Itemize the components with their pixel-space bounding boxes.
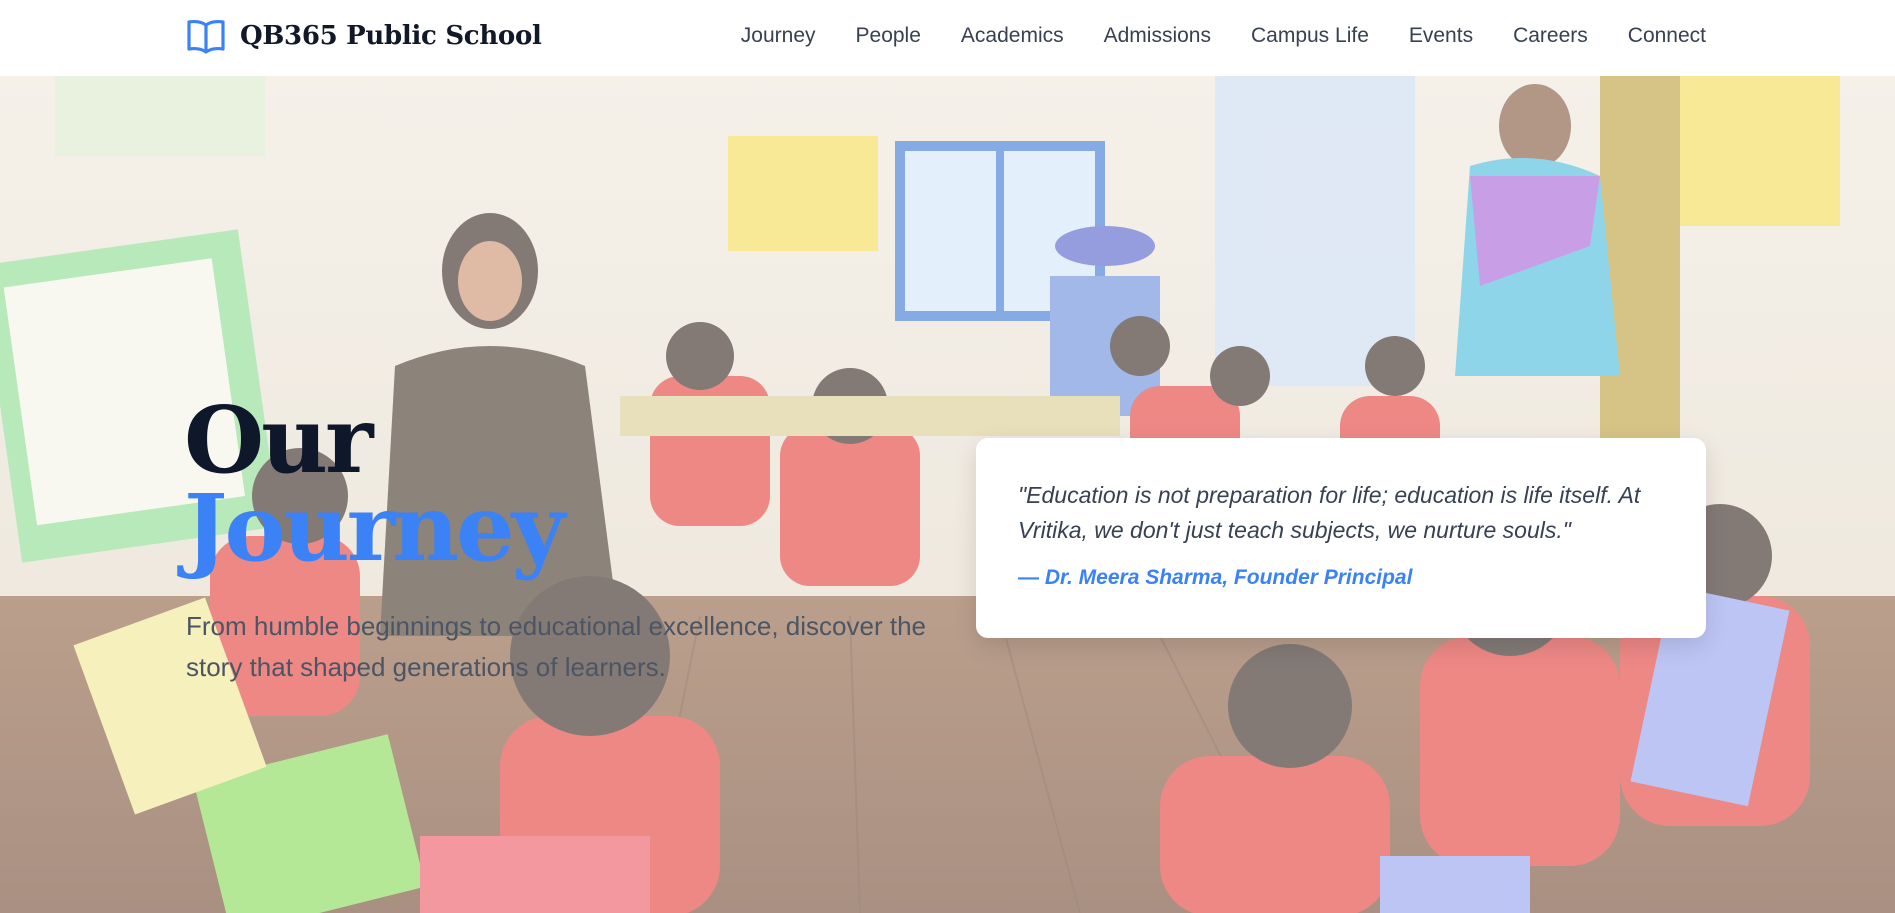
nav-item-people[interactable]: People <box>856 24 921 48</box>
hero-subtitle: From humble beginnings to educational ex… <box>186 611 926 682</box>
nav-item-events[interactable]: Events <box>1409 24 1473 48</box>
nav-item-careers[interactable]: Careers <box>1513 24 1588 48</box>
nav-item-journey[interactable]: Journey <box>741 24 816 48</box>
brand-logo-link[interactable]: QB365 Public School <box>186 16 542 56</box>
hero-section: Our Journey From humble beginnings to ed… <box>0 76 1895 913</box>
brand-name: QB365 Public School <box>240 21 542 51</box>
quote-card: "Education is not preparation for life; … <box>976 438 1706 638</box>
hero-title-line-1: Our <box>184 386 374 494</box>
nav-item-admissions[interactable]: Admissions <box>1104 24 1211 48</box>
open-book-icon <box>186 16 226 56</box>
main-nav: Journey People Academics Admissions Camp… <box>701 18 1706 54</box>
hero-title-line-2: Journey <box>184 474 565 583</box>
nav-item-academics[interactable]: Academics <box>961 24 1064 48</box>
nav-item-campus-life[interactable]: Campus Life <box>1251 24 1369 48</box>
hero-title: Our Journey <box>184 386 565 583</box>
quote-text: "Education is not preparation for life; … <box>1018 482 1641 543</box>
nav-item-connect[interactable]: Connect <box>1628 24 1706 48</box>
quote-author: — Dr. Meera Sharma, Founder Principal <box>1018 566 1413 589</box>
site-header: QB365 Public School Journey People Acade… <box>0 0 1895 76</box>
